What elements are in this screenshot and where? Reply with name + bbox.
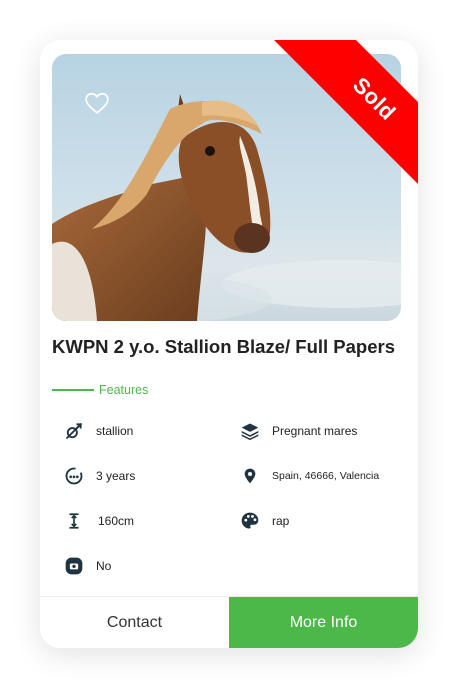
listing-card: Sold KWPN 2 y.o. Stallion Blaze/ Full Pa… xyxy=(40,40,418,648)
map-pin-icon xyxy=(239,465,261,487)
feature-extra-value: No xyxy=(96,559,112,573)
features-label: Features xyxy=(99,383,149,397)
palette-icon xyxy=(239,510,261,532)
card-actions: Contact More Info xyxy=(40,596,418,648)
feature-height-value: 160cm xyxy=(98,514,135,528)
feature-gender: stallion xyxy=(63,420,133,442)
horse-photo[interactable] xyxy=(52,54,401,321)
feature-extra: No xyxy=(63,555,111,577)
contact-button[interactable]: Contact xyxy=(40,597,229,648)
no-gender-icon xyxy=(63,420,85,442)
listing-title: KWPN 2 y.o. Stallion Blaze/ Full Papers xyxy=(52,336,396,357)
feature-color-value: rap xyxy=(272,514,290,528)
camera-badge-icon xyxy=(63,555,85,577)
more-info-button[interactable]: More Info xyxy=(229,597,418,648)
features-header: Features xyxy=(52,383,148,397)
feature-age: 3 years xyxy=(63,465,135,487)
feature-pregnant-mares: Pregnant mares xyxy=(239,420,357,442)
favorite-heart-icon[interactable] xyxy=(84,90,110,116)
feature-gender-value: stallion xyxy=(96,424,134,438)
feature-age-value: 3 years xyxy=(96,469,136,483)
feature-height: 160cm xyxy=(63,510,134,532)
features-divider xyxy=(52,389,94,391)
feature-pregnant-mares-value: Pregnant mares xyxy=(272,424,358,438)
feature-location: Spain, 46666, Valencia xyxy=(239,465,379,487)
height-arrows-icon xyxy=(63,510,85,532)
feature-location-value: Spain, 46666, Valencia xyxy=(272,470,380,482)
layers-icon xyxy=(239,420,261,442)
feature-color: rap xyxy=(239,510,289,532)
age-counter-icon xyxy=(63,465,85,487)
